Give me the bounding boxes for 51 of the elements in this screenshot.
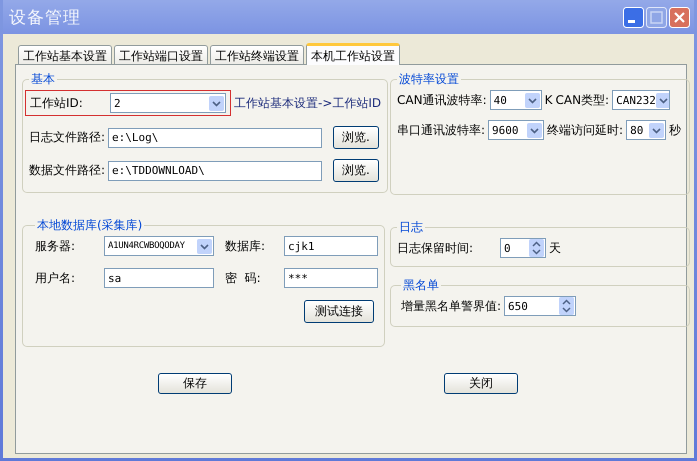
field-label: 用户名: bbox=[35, 270, 76, 286]
field-label: 增量黑名单警界值: bbox=[401, 298, 502, 314]
dropdown[interactable]: 80 bbox=[626, 120, 666, 140]
field-label: CAN类型: bbox=[555, 92, 610, 108]
field-label: 数据库: bbox=[225, 238, 266, 254]
tab[interactable]: 本机工作站设置 bbox=[306, 43, 400, 65]
field-label: 串口通讯波特率: bbox=[397, 122, 486, 138]
close-icon[interactable] bbox=[669, 6, 690, 28]
spin-arrows-icon bbox=[529, 239, 544, 257]
field-label: CAN通讯波特率: bbox=[397, 92, 487, 108]
field-label: 数据文件路径: bbox=[29, 162, 106, 179]
close-button[interactable]: 关闭 bbox=[444, 373, 518, 394]
spin-box[interactable]: 650 bbox=[504, 296, 576, 316]
unit-label: 天 bbox=[549, 240, 561, 256]
tab[interactable]: 工作站端口设置 bbox=[114, 45, 208, 64]
tab[interactable]: 工作站终端设置 bbox=[210, 45, 304, 64]
browse-button[interactable]: 浏览. bbox=[333, 159, 379, 182]
maximize-icon[interactable] bbox=[646, 6, 667, 28]
field-label: 终端访问延时: bbox=[547, 122, 624, 138]
dropdown[interactable]: A1UN4RCWBOQODAY bbox=[104, 236, 214, 256]
input-field[interactable]: sa bbox=[104, 268, 214, 288]
dropdown[interactable]: 40 bbox=[490, 90, 542, 110]
tab[interactable]: 工作站基本设置 bbox=[18, 45, 112, 64]
dropdown-arrow-icon bbox=[656, 92, 670, 108]
hint-text: 工作站基本设置->工作站ID bbox=[234, 94, 382, 112]
field-label: 工作站ID: bbox=[30, 94, 84, 112]
minimize-icon[interactable] bbox=[623, 6, 644, 28]
group-title: 日志 bbox=[398, 219, 424, 236]
dropdown[interactable]: CAN232 bbox=[612, 90, 670, 110]
unit-label: 秒 bbox=[669, 122, 682, 138]
dropdown[interactable]: 9600 bbox=[488, 120, 544, 140]
field-label: 日志文件路径: bbox=[29, 129, 106, 146]
unit-label: K bbox=[544, 93, 552, 107]
field-label: 日志保留时间: bbox=[397, 240, 474, 256]
group-title: 基本 bbox=[30, 71, 56, 88]
group-title: 波特率设置 bbox=[398, 71, 460, 88]
group-title: 黑名单 bbox=[402, 277, 440, 294]
save-button[interactable]: 保存 bbox=[158, 373, 232, 394]
spin-arrows-icon bbox=[559, 297, 574, 315]
input-field[interactable]: e:\Log\ bbox=[108, 128, 322, 148]
group-title: 本地数据库(采集库) bbox=[36, 217, 144, 234]
window-title: 设备管理 bbox=[9, 6, 81, 28]
browse-button[interactable]: 浏览. bbox=[333, 126, 379, 149]
dropdown[interactable]: 2 bbox=[110, 93, 226, 113]
spin-box[interactable]: 0 bbox=[500, 238, 546, 258]
input-field[interactable]: cjk1 bbox=[284, 236, 378, 256]
test-connection-button[interactable]: 测试连接 bbox=[304, 300, 374, 323]
field-label: 服务器: bbox=[35, 238, 76, 254]
input-field[interactable]: e:\TDDOWNLOAD\ bbox=[108, 160, 322, 180]
field-label: 密 码: bbox=[225, 270, 262, 286]
password-field[interactable]: *** bbox=[284, 268, 378, 288]
